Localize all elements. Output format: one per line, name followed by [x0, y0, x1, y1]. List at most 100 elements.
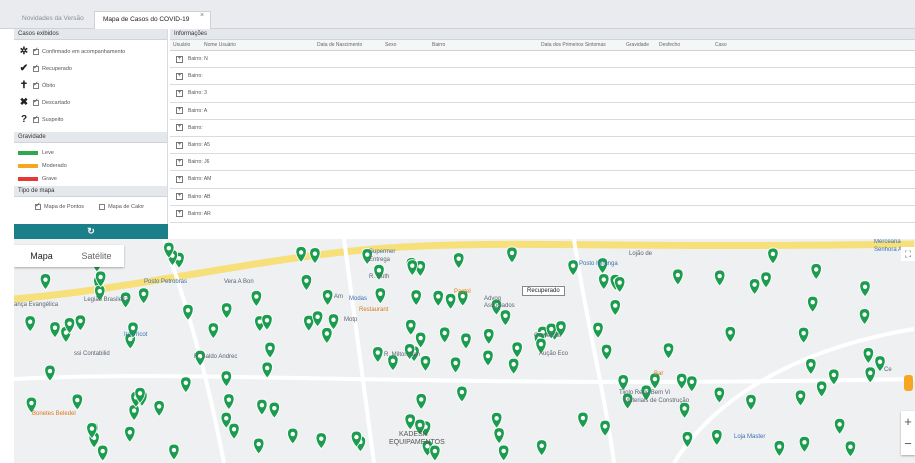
case-pin[interactable] — [153, 400, 165, 418]
case-pin[interactable] — [828, 368, 840, 386]
case-pin[interactable] — [429, 444, 441, 462]
case-pin[interactable] — [71, 393, 83, 411]
case-pin[interactable] — [287, 427, 299, 445]
case-pin[interactable] — [810, 263, 822, 281]
case-pin[interactable] — [311, 310, 324, 328]
expand-row-icon[interactable]: + — [176, 124, 183, 132]
case-pin[interactable] — [256, 398, 268, 416]
col-severity[interactable]: Gravidade — [626, 42, 649, 48]
case-pin[interactable] — [49, 321, 61, 339]
case-pin[interactable] — [760, 271, 772, 289]
case-pin[interactable] — [833, 417, 846, 435]
case-pin[interactable] — [24, 315, 36, 333]
expand-row-icon[interactable]: + — [176, 89, 183, 97]
case-pin[interactable] — [460, 332, 472, 350]
case-pin[interactable] — [536, 439, 548, 457]
point-map-checkbox[interactable] — [35, 201, 41, 210]
case-pin[interactable] — [168, 443, 180, 461]
col-case[interactable]: Caso — [715, 42, 727, 48]
case-pin[interactable] — [493, 427, 505, 445]
status-discarded[interactable]: ✖ Descartado — [14, 94, 167, 111]
zoom-out-button[interactable]: − — [901, 433, 915, 455]
case-pin[interactable] — [498, 444, 510, 462]
case-pin[interactable] — [681, 431, 694, 449]
case-pin[interactable] — [456, 385, 468, 403]
table-row[interactable]: + Bairro: AR — [170, 206, 915, 223]
status-confirmed[interactable]: ✲ Confirmado em acompanhamento — [14, 43, 167, 60]
case-pin[interactable] — [862, 347, 875, 365]
case-pin[interactable] — [859, 280, 871, 298]
table-row[interactable]: + Bairro: N — [170, 51, 915, 69]
street-view-pegman-icon[interactable] — [904, 375, 913, 391]
case-pin[interactable] — [609, 299, 621, 317]
col-user[interactable]: Usuário — [173, 42, 190, 48]
col-sex[interactable]: Sexo — [385, 42, 396, 48]
col-user-name[interactable]: Nome Usuário — [204, 42, 236, 48]
status-recovered-checkbox[interactable] — [33, 63, 39, 72]
case-pin[interactable] — [124, 425, 136, 443]
case-pin[interactable] — [228, 422, 240, 440]
expand-row-icon[interactable]: + — [176, 193, 183, 201]
case-pin[interactable] — [406, 259, 418, 277]
case-pin[interactable] — [714, 269, 726, 287]
zoom-in-button[interactable]: + — [901, 411, 915, 433]
case-pin[interactable] — [577, 411, 589, 429]
table-row[interactable]: + Bairro: AM — [170, 171, 915, 189]
case-pin[interactable] — [315, 432, 327, 450]
status-suspect-checkbox[interactable] — [33, 114, 39, 123]
status-death-checkbox[interactable] — [33, 80, 39, 89]
case-pin[interactable] — [617, 374, 629, 392]
fullscreen-icon[interactable]: ⛶ — [901, 247, 915, 261]
tab-version-news[interactable]: Novidades da Versão — [14, 11, 92, 29]
case-pin[interactable] — [676, 372, 688, 390]
heat-map-checkbox[interactable] — [99, 204, 106, 210]
case-pin[interactable] — [449, 356, 462, 374]
case-pin[interactable] — [592, 321, 604, 339]
col-birth-date[interactable]: Data de Nascimento — [317, 42, 362, 48]
case-pin[interactable] — [372, 346, 384, 364]
close-tab-icon[interactable]: × — [200, 12, 204, 19]
case-pin[interactable] — [815, 380, 828, 398]
expand-row-icon[interactable]: + — [176, 107, 183, 115]
map-type-satellite-button[interactable]: Satélite — [69, 245, 124, 267]
case-pin[interactable] — [309, 247, 321, 265]
case-pin[interactable] — [220, 370, 232, 388]
case-pin[interactable] — [300, 274, 313, 292]
expand-row-icon[interactable]: + — [176, 210, 183, 218]
map-view[interactable]: Posto Petrobras Vera A Bon Legião Brasilei… — [14, 239, 915, 463]
case-pin[interactable] — [724, 326, 736, 344]
case-pin[interactable] — [138, 287, 150, 305]
case-pin[interactable] — [508, 357, 520, 375]
case-pin[interactable] — [321, 327, 333, 345]
case-pin[interactable] — [223, 393, 235, 411]
status-death[interactable]: ✝ Óbito — [14, 77, 167, 94]
case-pin[interactable] — [844, 440, 857, 458]
case-pin[interactable] — [374, 287, 386, 305]
table-row[interactable]: + Bairro: 3 — [170, 85, 915, 103]
case-pin[interactable] — [268, 401, 280, 419]
case-pin[interactable] — [327, 313, 340, 331]
case-pin[interactable] — [794, 389, 807, 407]
case-pin[interactable] — [39, 273, 52, 291]
case-pin[interactable] — [444, 292, 457, 310]
case-pin[interactable] — [672, 268, 684, 286]
refresh-button[interactable]: ↻ — [14, 224, 168, 239]
case-pin[interactable] — [432, 289, 444, 307]
status-confirmed-checkbox[interactable] — [33, 46, 39, 55]
case-pin[interactable] — [748, 278, 761, 296]
case-pin[interactable] — [711, 429, 723, 447]
case-pin[interactable] — [678, 401, 691, 420]
case-pin[interactable] — [410, 289, 422, 307]
case-pin[interactable] — [180, 376, 192, 394]
case-pin[interactable] — [686, 375, 698, 393]
case-pin[interactable] — [250, 290, 263, 308]
case-pin[interactable] — [182, 303, 194, 321]
expand-row-icon[interactable]: + — [176, 55, 183, 63]
case-pin[interactable] — [807, 295, 819, 313]
table-row[interactable]: + Bairro: J6 — [170, 154, 915, 172]
case-pin[interactable] — [713, 386, 726, 404]
tab-covid-map[interactable]: Mapa de Casos do COVID-19 — [94, 11, 211, 29]
case-pin[interactable] — [798, 435, 811, 453]
case-pin[interactable] — [97, 444, 109, 462]
case-pin[interactable] — [506, 246, 518, 264]
